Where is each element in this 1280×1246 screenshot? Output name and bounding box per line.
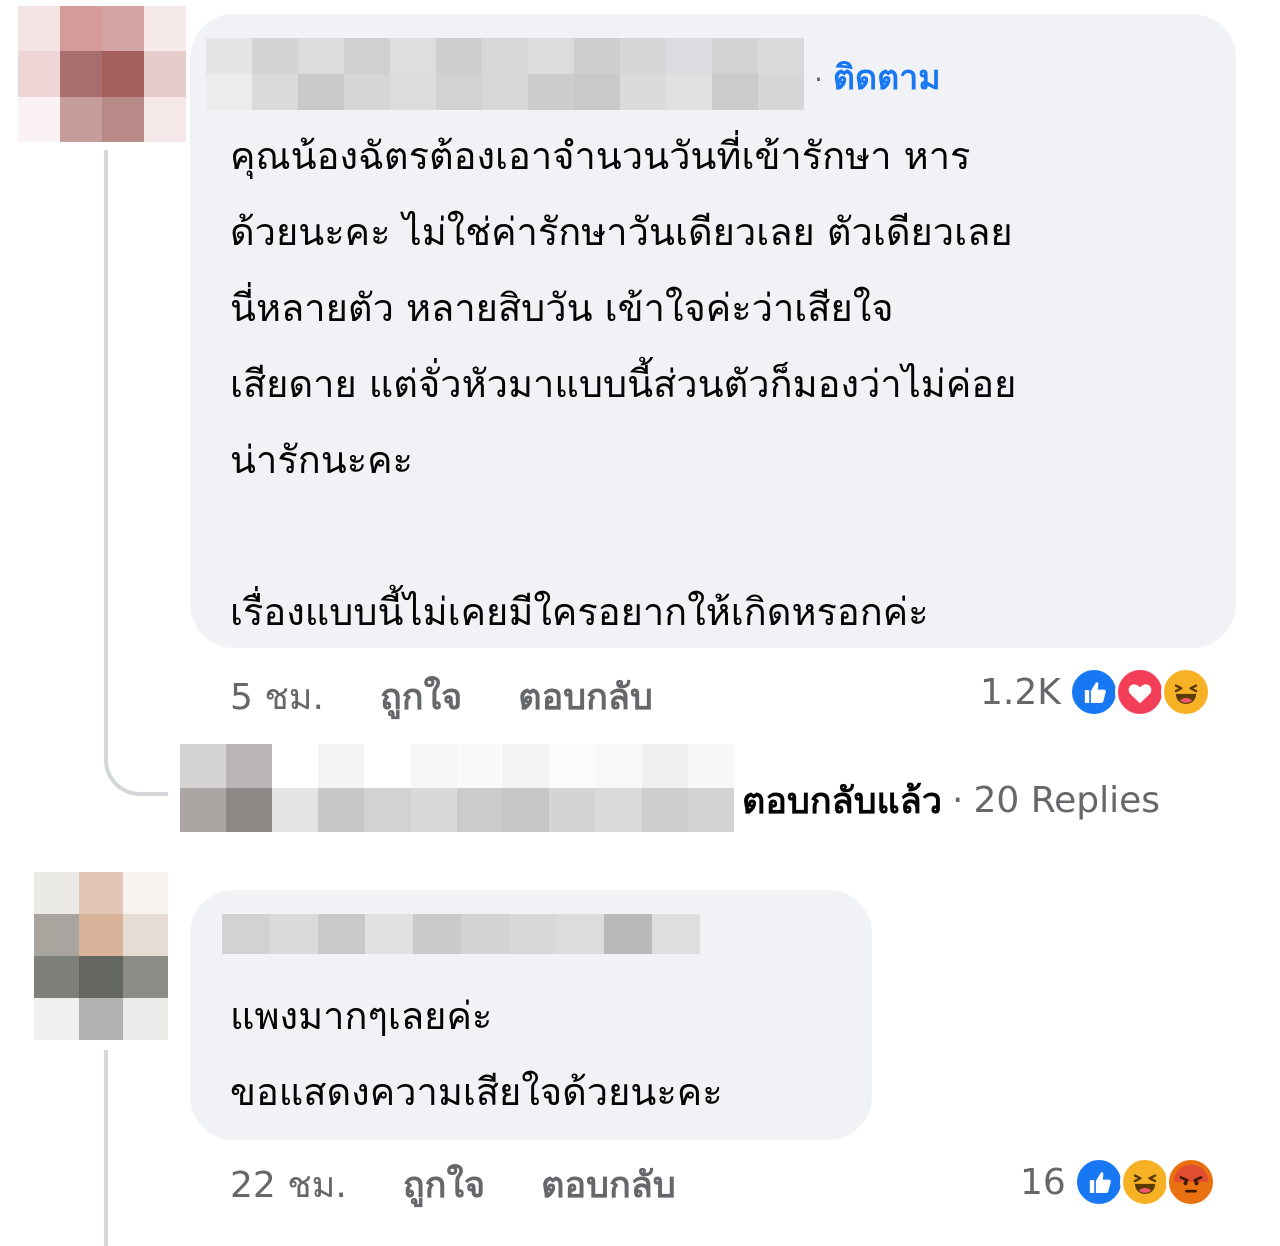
like-button[interactable]: ถูกใจ — [403, 1156, 485, 1213]
thread-connector-line-lower — [104, 1050, 108, 1246]
thread-connector-curve — [104, 712, 168, 796]
reaction-summary[interactable]: 1.2K — [980, 664, 1211, 720]
author-name-blurred[interactable] — [222, 914, 700, 954]
reaction-summary[interactable]: 16 — [1020, 1154, 1216, 1210]
follow-link[interactable]: · ติดตาม — [814, 56, 941, 102]
reaction-count: 16 — [1020, 1161, 1066, 1203]
reply-button[interactable]: ตอบกลับ — [518, 668, 653, 725]
separator-dot: · — [814, 63, 823, 96]
reply-avatar[interactable] — [180, 744, 272, 832]
like-icon — [1073, 1157, 1124, 1207]
haha-icon — [1119, 1157, 1170, 1207]
love-icon — [1114, 667, 1165, 717]
view-replies-link[interactable]: ตอบกลับแล้ว · 20 Replies — [742, 772, 1160, 828]
reply-author-name-blurred[interactable] — [272, 744, 734, 832]
replied-label[interactable]: ตอบกลับแล้ว — [742, 772, 942, 829]
comment-thread: · ติดตาม คุณน้องฉัตรต้องเอาจำนวนวันที่เข้… — [0, 0, 1280, 1246]
comment-text: คุณน้องฉัตรต้องเอาจำนวนวันที่เข้ารักษา ห… — [230, 134, 1017, 634]
comment-actions: 5 ชม. ถูกใจ ตอบกลับ — [230, 668, 709, 724]
angry-icon — [1165, 1157, 1216, 1207]
avatar[interactable] — [34, 872, 168, 1040]
like-icon — [1068, 667, 1119, 717]
reaction-count: 1.2K — [980, 671, 1061, 713]
thread-connector-line — [104, 150, 108, 740]
follow-label[interactable]: ติดตาม — [833, 58, 941, 98]
replies-count[interactable]: 20 Replies — [974, 780, 1161, 821]
avatar[interactable] — [18, 6, 186, 142]
reply-button[interactable]: ตอบกลับ — [541, 1156, 676, 1213]
comment-text: แพงมากๆเลยค่ะ ขอแสดงความเสียใจด้วยนะคะ — [230, 994, 723, 1114]
comment-timestamp[interactable]: 5 ชม. — [230, 668, 324, 725]
haha-icon — [1160, 667, 1211, 717]
comment-timestamp[interactable]: 22 ชม. — [230, 1156, 347, 1213]
comment-actions: 22 ชม. ถูกใจ ตอบกลับ — [230, 1156, 732, 1212]
like-button[interactable]: ถูกใจ — [380, 668, 462, 725]
separator-dot: · — [952, 779, 964, 821]
author-name-blurred[interactable] — [206, 38, 804, 110]
